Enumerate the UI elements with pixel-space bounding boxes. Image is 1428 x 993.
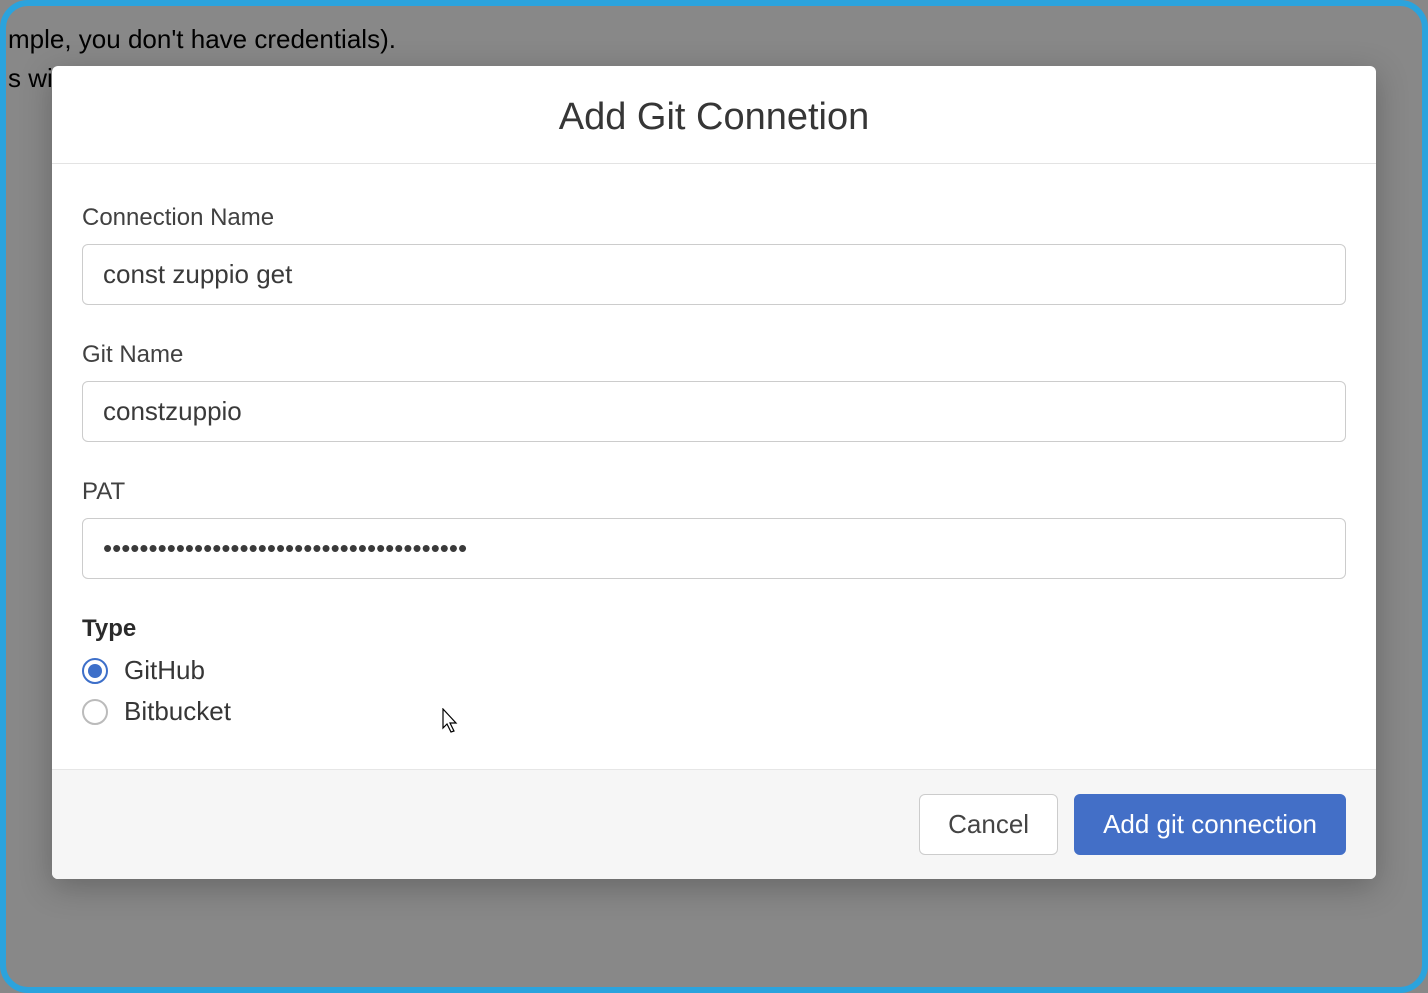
radio-option-bitbucket[interactable]: Bitbucket xyxy=(82,696,1346,727)
cancel-button[interactable]: Cancel xyxy=(919,794,1058,855)
background-line-1: mple, you don't have credentials). xyxy=(6,20,396,59)
type-label: Type xyxy=(82,615,1346,643)
git-name-group: Git Name xyxy=(82,341,1346,442)
type-group: Type GitHub Bitbucket xyxy=(82,615,1346,727)
radio-label-github: GitHub xyxy=(124,655,205,686)
pat-group: PAT xyxy=(82,478,1346,579)
git-name-input[interactable] xyxy=(82,381,1346,442)
radio-circle-icon xyxy=(82,699,108,725)
add-git-connection-modal: Add Git Connetion Connection Name Git Na… xyxy=(52,66,1376,879)
modal-body: Connection Name Git Name PAT Type GitHub xyxy=(52,164,1376,769)
pat-input[interactable] xyxy=(82,518,1346,579)
radio-dot-icon xyxy=(88,664,102,678)
connection-name-input[interactable] xyxy=(82,244,1346,305)
pat-label: PAT xyxy=(82,478,1346,506)
type-radio-group: GitHub Bitbucket xyxy=(82,655,1346,727)
add-git-connection-button[interactable]: Add git connection xyxy=(1074,794,1346,855)
radio-circle-icon xyxy=(82,658,108,684)
radio-option-github[interactable]: GitHub xyxy=(82,655,1346,686)
modal-header: Add Git Connetion xyxy=(52,66,1376,164)
git-name-label: Git Name xyxy=(82,341,1346,369)
connection-name-label: Connection Name xyxy=(82,204,1346,232)
modal-title: Add Git Connetion xyxy=(82,96,1346,139)
modal-footer: Cancel Add git connection xyxy=(52,769,1376,879)
connection-name-group: Connection Name xyxy=(82,204,1346,305)
radio-label-bitbucket: Bitbucket xyxy=(124,696,231,727)
